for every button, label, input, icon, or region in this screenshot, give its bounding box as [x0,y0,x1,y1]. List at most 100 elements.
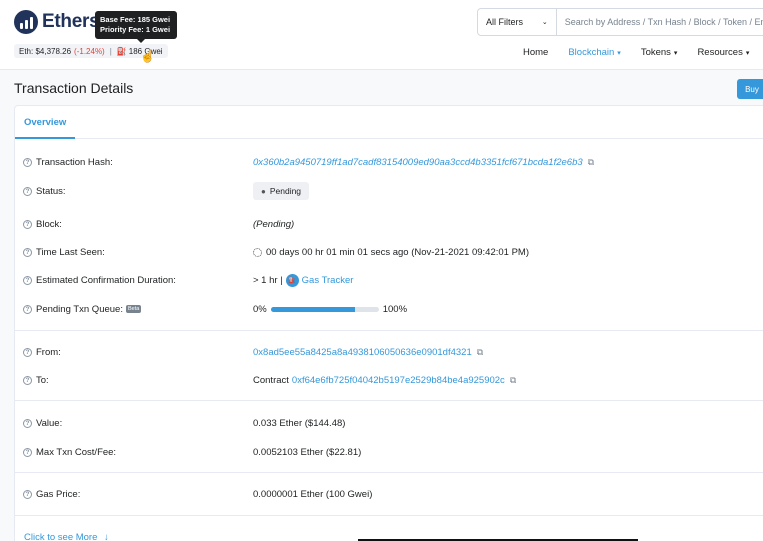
copy-icon[interactable]: ⧉ [510,375,516,386]
row-to: ? To: Contract 0xf64e6fb725f04042b5197e252… [23,373,763,387]
help-icon[interactable]: ? [23,447,32,457]
help-icon[interactable]: ? [23,275,32,285]
help-icon[interactable]: ? [23,186,32,196]
row-pending-queue: ? Pending Txn Queue: Beta 0% 100% [23,302,763,316]
see-more-label: Click to see More [24,532,98,541]
gas-pump-icon: ⛽ [116,46,127,56]
queue-progress-fill [270,306,355,312]
logo-text: Ethers [42,11,100,32]
help-icon[interactable]: ? [23,375,32,385]
est-value: > 1 hr | [253,274,283,286]
nav-tokens[interactable]: Tokens ▾ [641,47,678,58]
status-label: Status: [36,185,66,197]
filter-dropdown[interactable]: All Filters ⌄ [478,9,557,35]
help-icon[interactable]: ? [23,347,32,357]
divider [15,400,763,401]
label-wrapper: ? Status: [23,186,253,197]
buy-button[interactable]: Buy [737,79,763,99]
nav-blockchain-label: Blockchain [568,47,615,58]
value-wrapper: > 1 hr | ⛽ Gas Tracker [253,273,354,287]
transaction-details-card: Overview ? Transaction Hash: 0x360b2a9450… [14,105,763,541]
row-time-last-seen: ? Time Last Seen: 00 days 00 hr 01 min 01… [23,245,763,259]
separator: | [109,46,112,56]
queue-label: Pending Txn Queue: [36,303,123,315]
gas-tracker-icon: ⛽ [285,273,299,287]
value-wrapper: 0x8ad5ee55a8425a8a4938106050636e0901df43… [253,347,483,358]
from-label: From: [36,346,61,358]
tab-overview[interactable]: Overview [24,117,66,128]
nav-tokens-label: Tokens [640,47,671,58]
row-status: ? Status: ● Pending [23,182,763,200]
spinner-icon [253,247,262,257]
tx-hash-value: 0x360b2a9450719ff1ad7cadf83154009ed90aa3… [253,156,583,168]
est-label: Estimated Confirmation Duration: [36,274,176,286]
divider [15,515,763,516]
beta-badge: Beta [125,305,142,313]
to-address-link[interactable]: 0xf64e6fb725f04042b5197e2529b84be4a92590… [292,375,505,386]
max-fee-label: Max Txn Cost/Fee: [36,446,117,458]
help-icon[interactable]: ? [23,418,32,428]
gas-price-value: 0.0000001 Ether (100 Gwei) [253,488,373,500]
queue-start: 0% [253,303,267,315]
chevron-down-icon: ▾ [745,50,750,57]
see-more-link[interactable]: Click to see More ↓ [24,532,109,541]
label-wrapper: ? To: [23,375,253,386]
label-wrapper: ? Pending Txn Queue: Beta [23,304,253,315]
value-label: Value: [36,417,63,429]
label-wrapper: ? Gas Price: [23,489,253,500]
value-wrapper: 0.033 Ether ($144.48) [253,418,345,429]
tooltip-priority-fee: Priority Fee: 1 Gwei [100,25,171,34]
eth-price: Eth: $4,378.26 [19,46,72,56]
value-wrapper: 0.0000001 Ether (100 Gwei) [253,489,372,500]
help-icon[interactable]: ? [23,157,32,167]
site-header: Ethers Eth: $4,378.26 (-1.24%) | ⛽ 186 G… [0,0,763,70]
label-wrapper: ? From: [23,347,253,358]
tab-active-indicator [15,137,75,139]
pending-icon: ● [261,186,266,196]
block-value: (Pending) [253,218,295,230]
filter-label: All Filters [486,17,524,27]
row-from: ? From: 0x8ad5ee55a8425a8a4938106050636e0… [23,345,763,359]
search-bar: All Filters ⌄ Search by Address / Txn Ha… [477,8,763,36]
logo-icon [14,10,38,34]
value-wrapper: Contract 0xf64e6fb725f04042b5197e2529b84b… [253,375,516,386]
row-estimated-duration: ? Estimated Confirmation Duration: > 1 hr… [23,273,763,287]
queue-end: 100% [382,303,408,315]
label-wrapper: ? Value: [23,418,253,429]
time-value: 00 days 00 hr 01 min 01 secs ago (Nov-21… [266,246,529,258]
help-icon[interactable]: ? [23,247,32,257]
to-prefix: Contract [253,374,289,386]
label-wrapper: ? Estimated Confirmation Duration: [23,275,253,286]
row-value: ? Value: 0.033 Ether ($144.48) [23,416,763,430]
nav-home[interactable]: Home [523,47,548,58]
search-input[interactable]: Search by Address / Txn Hash / Block / T… [557,17,763,27]
copy-icon[interactable]: ⧉ [477,347,483,358]
divider [15,330,763,331]
nav-resources[interactable]: Resources ▾ [697,47,749,58]
gas-tracker-link[interactable]: Gas Tracker [302,275,354,286]
help-icon[interactable]: ? [23,304,32,314]
nav-blockchain[interactable]: Blockchain ▾ [568,47,620,58]
tab-bar: Overview [15,106,763,139]
copy-icon[interactable]: ⧉ [588,157,594,168]
mouse-cursor-icon: ☝ [140,49,155,63]
row-gas-price: ? Gas Price: 0.0000001 Ether (100 Gwei) [23,487,763,501]
nav-resources-label: Resources [697,47,743,58]
value-wrapper: 0.0052103 Ether ($22.81) [253,447,361,458]
arrow-down-icon: ↓ [104,532,109,541]
label-wrapper: ? Transaction Hash: [23,157,253,168]
from-address-link[interactable]: 0x8ad5ee55a8425a8a4938106050636e0901df43… [253,347,472,358]
chevron-down-icon: ▾ [673,50,678,57]
help-icon[interactable]: ? [23,489,32,499]
main-nav: Home Blockchain ▾ Tokens ▾ Resources ▾ [523,47,749,58]
help-icon[interactable]: ? [23,219,32,229]
tooltip-base-fee: Base Fee: 185 Gwei [100,15,171,24]
page-title: Transaction Details [14,80,134,96]
row-block: ? Block: (Pending) [23,217,763,231]
block-label: Block: [36,218,62,230]
etherscan-logo[interactable]: Ethers [14,10,100,34]
status-value: Pending [269,186,302,196]
divider [15,472,763,473]
label-wrapper: ? Block: [23,219,253,230]
tx-hash-label: Transaction Hash: [36,156,113,168]
